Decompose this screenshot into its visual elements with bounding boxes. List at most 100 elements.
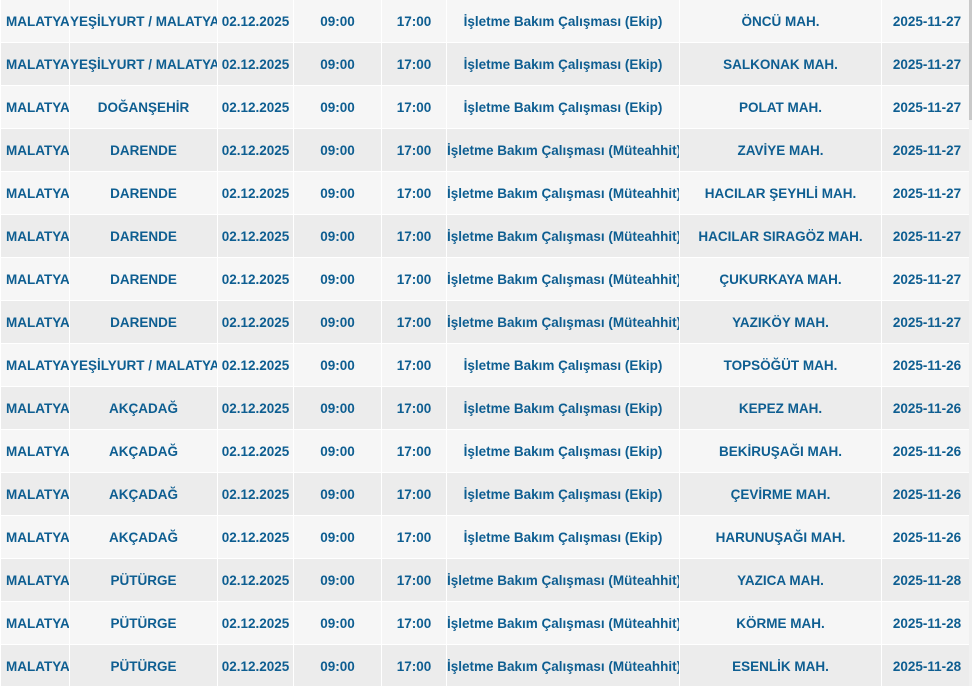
- work-type-cell: İşletme Bakım Çalışması (Müteahhit): [446, 128, 680, 172]
- end-time-cell: 17:00: [381, 214, 447, 258]
- work-type-cell: İşletme Bakım Çalışması (Ekip): [446, 85, 680, 129]
- city-cell: MALATYA: [0, 558, 70, 602]
- end-time-cell: 17:00: [381, 85, 447, 129]
- date-cell: 02.12.2025: [217, 429, 294, 473]
- work-type-cell: İşletme Bakım Çalışması (Müteahhit): [446, 300, 680, 344]
- created-date-cell: 2025-11-28: [881, 558, 972, 602]
- end-time-cell: 17:00: [381, 171, 447, 215]
- work-type-cell: İşletme Bakım Çalışması (Ekip): [446, 343, 680, 387]
- table-row: MALATYA DARENDE 02.12.2025 09:00 17:00 İşletm…: [0, 257, 972, 301]
- end-time-cell: 17:00: [381, 601, 447, 645]
- city-cell: MALATYA: [0, 257, 70, 301]
- created-date-cell: 2025-11-26: [881, 472, 972, 516]
- end-time-cell: 17:00: [381, 0, 447, 43]
- city-cell: MALATYA: [0, 214, 70, 258]
- city-cell: MALATYA: [0, 601, 70, 645]
- city-cell: MALATYA: [0, 171, 70, 215]
- district-cell: AKÇADAĞ: [69, 472, 218, 516]
- end-time-cell: 17:00: [381, 257, 447, 301]
- work-type-cell: İşletme Bakım Çalışması (Müteahhit): [446, 644, 680, 686]
- neighborhood-cell: HACILAR SIRAGÖZ MAH.: [679, 214, 882, 258]
- created-date-cell: 2025-11-26: [881, 343, 972, 387]
- table-row: MALATYA PÜTÜRGE 02.12.2025 09:00 17:00 İşletm…: [0, 601, 972, 645]
- work-type-cell: İşletme Bakım Çalışması (Ekip): [446, 429, 680, 473]
- district-cell: DARENDE: [69, 128, 218, 172]
- date-cell: 02.12.2025: [217, 0, 294, 43]
- table-row: MALATYA DARENDE 02.12.2025 09:00 17:00 İşletm…: [0, 128, 972, 172]
- city-cell: MALATYA: [0, 343, 70, 387]
- district-cell: DARENDE: [69, 257, 218, 301]
- date-cell: 02.12.2025: [217, 386, 294, 430]
- date-cell: 02.12.2025: [217, 85, 294, 129]
- end-time-cell: 17:00: [381, 515, 447, 559]
- date-cell: 02.12.2025: [217, 214, 294, 258]
- end-time-cell: 17:00: [381, 558, 447, 602]
- start-time-cell: 09:00: [293, 472, 382, 516]
- start-time-cell: 09:00: [293, 85, 382, 129]
- end-time-cell: 17:00: [381, 128, 447, 172]
- city-cell: MALATYA: [0, 0, 70, 43]
- neighborhood-cell: YAZICA MAH.: [679, 558, 882, 602]
- table-row: MALATYA YEŞİLYURT / MALATYA 02.12.2025 09:0…: [0, 343, 972, 387]
- neighborhood-cell: SALKONAK MAH.: [679, 42, 882, 86]
- start-time-cell: 09:00: [293, 601, 382, 645]
- start-time-cell: 09:00: [293, 257, 382, 301]
- work-type-cell: İşletme Bakım Çalışması (Müteahhit): [446, 257, 680, 301]
- table-row: MALATYA AKÇADAĞ 02.12.2025 09:00 17:00 İşletm…: [0, 515, 972, 559]
- neighborhood-cell: ÖNCÜ MAH.: [679, 0, 882, 43]
- work-type-cell: İşletme Bakım Çalışması (Müteahhit): [446, 214, 680, 258]
- start-time-cell: 09:00: [293, 343, 382, 387]
- district-cell: DOĞANŞEHİR: [69, 85, 218, 129]
- district-cell: DARENDE: [69, 171, 218, 215]
- created-date-cell: 2025-11-27: [881, 257, 972, 301]
- date-cell: 02.12.2025: [217, 472, 294, 516]
- created-date-cell: 2025-11-27: [881, 214, 972, 258]
- created-date-cell: 2025-11-27: [881, 85, 972, 129]
- neighborhood-cell: ÇEVİRME MAH.: [679, 472, 882, 516]
- neighborhood-cell: ESENLİK MAH.: [679, 644, 882, 686]
- table-row: MALATYA AKÇADAĞ 02.12.2025 09:00 17:00 İşletm…: [0, 472, 972, 516]
- start-time-cell: 09:00: [293, 42, 382, 86]
- created-date-cell: 2025-11-27: [881, 0, 972, 43]
- created-date-cell: 2025-11-28: [881, 644, 972, 686]
- district-cell: PÜTÜRGE: [69, 644, 218, 686]
- neighborhood-cell: KÖRME MAH.: [679, 601, 882, 645]
- district-cell: AKÇADAĞ: [69, 429, 218, 473]
- start-time-cell: 09:00: [293, 300, 382, 344]
- city-cell: MALATYA: [0, 472, 70, 516]
- date-cell: 02.12.2025: [217, 171, 294, 215]
- work-type-cell: İşletme Bakım Çalışması (Ekip): [446, 386, 680, 430]
- end-time-cell: 17:00: [381, 472, 447, 516]
- neighborhood-cell: HACILAR ŞEYHLİ MAH.: [679, 171, 882, 215]
- neighborhood-cell: HARUNUŞAĞI MAH.: [679, 515, 882, 559]
- date-cell: 02.12.2025: [217, 300, 294, 344]
- city-cell: MALATYA: [0, 42, 70, 86]
- work-type-cell: İşletme Bakım Çalışması (Müteahhit): [446, 558, 680, 602]
- start-time-cell: 09:00: [293, 0, 382, 43]
- table-row: MALATYA DARENDE 02.12.2025 09:00 17:00 İşletm…: [0, 214, 972, 258]
- neighborhood-cell: YAZIKÖY MAH.: [679, 300, 882, 344]
- start-time-cell: 09:00: [293, 386, 382, 430]
- table-body: MALATYA YEŞİLYURT / MALATYA 02.12.2025 09:0…: [0, 0, 972, 686]
- end-time-cell: 17:00: [381, 300, 447, 344]
- outage-table: MALATYA YEŞİLYURT / MALATYA 02.12.2025 09:0…: [0, 0, 972, 686]
- district-cell: AKÇADAĞ: [69, 386, 218, 430]
- start-time-cell: 09:00: [293, 515, 382, 559]
- district-cell: PÜTÜRGE: [69, 601, 218, 645]
- district-cell: YEŞİLYURT / MALATYA: [69, 42, 218, 86]
- start-time-cell: 09:00: [293, 558, 382, 602]
- district-cell: PÜTÜRGE: [69, 558, 218, 602]
- district-cell: YEŞİLYURT / MALATYA: [69, 0, 218, 43]
- work-type-cell: İşletme Bakım Çalışması (Müteahhit): [446, 601, 680, 645]
- city-cell: MALATYA: [0, 644, 70, 686]
- created-date-cell: 2025-11-26: [881, 386, 972, 430]
- district-cell: YEŞİLYURT / MALATYA: [69, 343, 218, 387]
- work-type-cell: İşletme Bakım Çalışması (Ekip): [446, 515, 680, 559]
- start-time-cell: 09:00: [293, 644, 382, 686]
- date-cell: 02.12.2025: [217, 128, 294, 172]
- start-time-cell: 09:00: [293, 128, 382, 172]
- work-type-cell: İşletme Bakım Çalışması (Ekip): [446, 0, 680, 43]
- work-type-cell: İşletme Bakım Çalışması (Ekip): [446, 42, 680, 86]
- table-row: MALATYA YEŞİLYURT / MALATYA 02.12.2025 09:0…: [0, 0, 972, 43]
- date-cell: 02.12.2025: [217, 601, 294, 645]
